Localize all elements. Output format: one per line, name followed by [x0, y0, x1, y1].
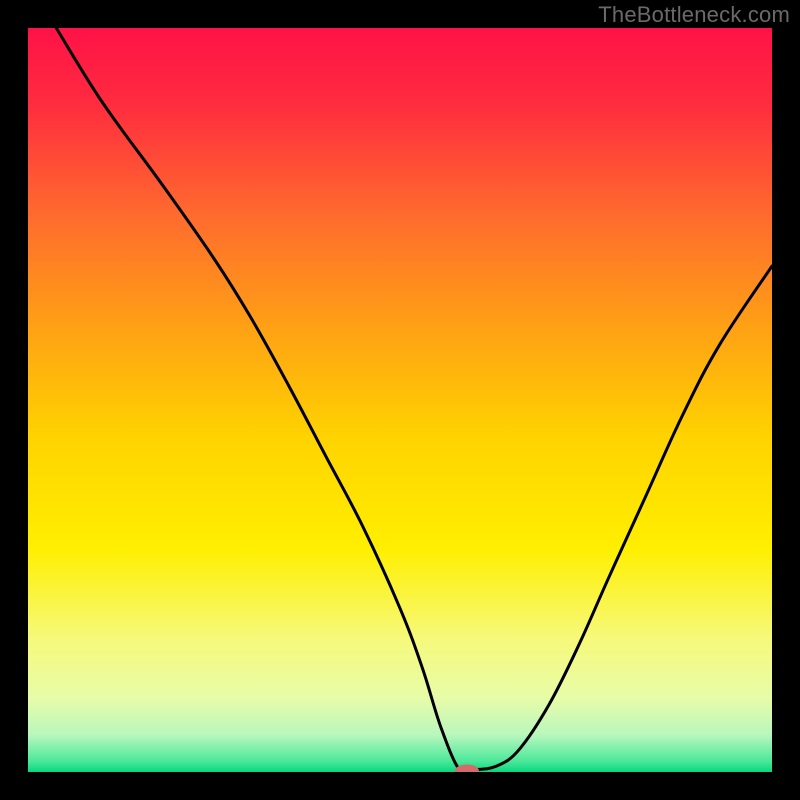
plot-background	[28, 28, 772, 772]
watermark-text: TheBottleneck.com	[598, 2, 790, 28]
bottleneck-chart	[28, 28, 772, 772]
chart-frame: TheBottleneck.com	[0, 0, 800, 800]
